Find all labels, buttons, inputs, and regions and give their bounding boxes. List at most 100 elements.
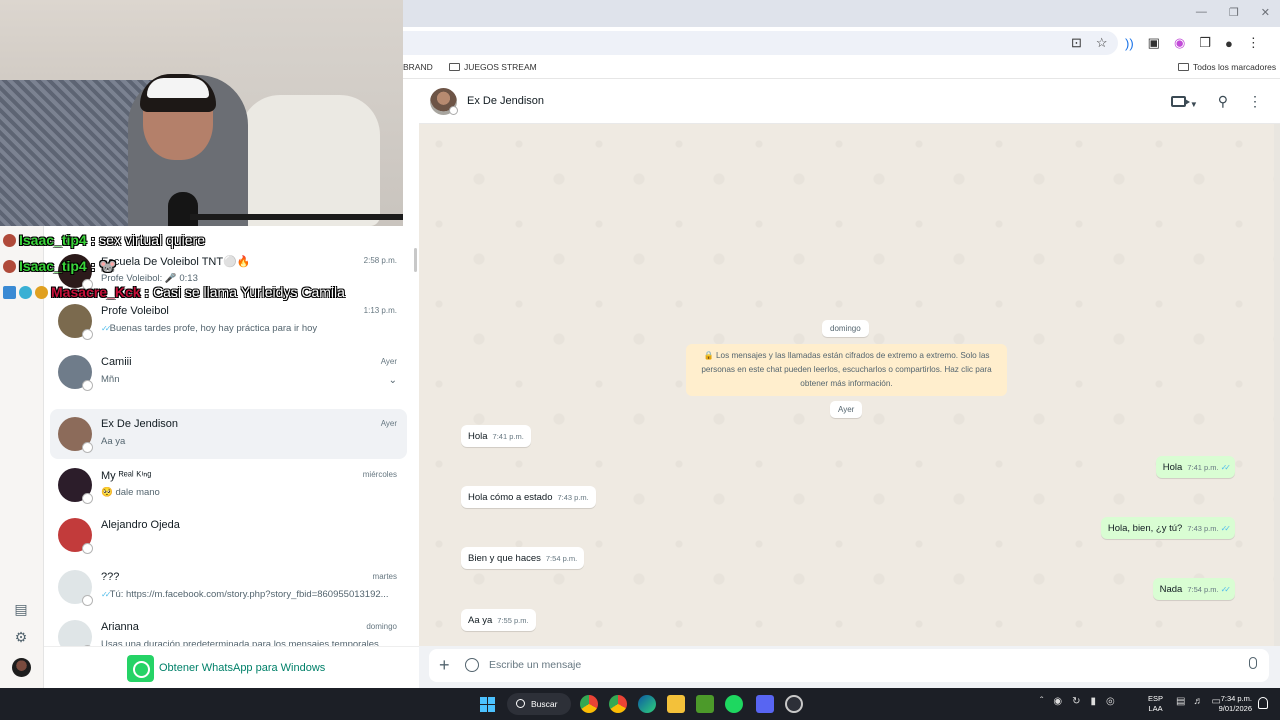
- media-icon[interactable]: ▤: [13, 601, 29, 617]
- chat-message-text: Aa ya: [101, 436, 126, 447]
- encryption-notice[interactable]: 🔒 Los mensajes y las llamadas están cifr…: [686, 344, 1007, 396]
- chat-last-message: Usas una duración predeterminada para lo…: [101, 639, 396, 646]
- search-icon[interactable]: ⚲: [1218, 93, 1228, 110]
- overlay-chat-message: 🐭: [99, 258, 117, 274]
- conversation-header[interactable]: Ex De Jendison ▼ ⚲ ⋮: [419, 80, 1280, 124]
- chat-list-item[interactable]: Profe Voleibol 1:13 p.m. ✓✓ Buenas tardes …: [50, 296, 407, 346]
- read-ticks-icon: ✓✓: [1220, 463, 1232, 472]
- chat-last-message: 🥺 dale mano: [101, 487, 396, 498]
- avatar[interactable]: [58, 620, 92, 646]
- restore-icon[interactable]: ❐: [1229, 6, 1239, 19]
- chrome-profile-icon[interactable]: [609, 695, 627, 713]
- extension-box-icon[interactable]: ▣: [1148, 35, 1160, 51]
- chevron-down-icon[interactable]: ⌄: [389, 375, 397, 386]
- chat-list-item[interactable]: Camiii Ayer Mñn ⌄: [50, 347, 407, 397]
- plus-icon[interactable]: +: [439, 656, 450, 674]
- chevron-up-icon[interactable]: ˆ: [1040, 696, 1043, 707]
- folder-icon: [449, 63, 460, 71]
- discord-icon[interactable]: [756, 695, 774, 713]
- notification-bell-icon[interactable]: [1258, 697, 1268, 709]
- microphone-icon[interactable]: [1249, 657, 1257, 669]
- minimize-icon[interactable]: —: [1196, 6, 1207, 19]
- sync-icon[interactable]: ↻: [1072, 696, 1080, 707]
- compose-box: +: [429, 649, 1269, 682]
- profile-avatar-icon[interactable]: ●: [1225, 36, 1233, 51]
- bookmarks-bar: BRAND JUEGOS STREAM Todos los marcadores: [403, 57, 1280, 79]
- language-indicator[interactable]: ESP LAA: [1148, 694, 1163, 714]
- network-icon[interactable]: ▤: [1176, 696, 1185, 707]
- star-icon[interactable]: ☆: [1096, 35, 1108, 51]
- overlay-chat-user: Masacre_Kck: [51, 284, 141, 300]
- status-ring-icon: [82, 442, 93, 453]
- badge-icon: [3, 234, 16, 247]
- windows-start-icon[interactable]: [480, 697, 495, 712]
- get-whatsapp-label: Obtener WhatsApp para Windows: [159, 662, 326, 674]
- chat-time: domingo: [366, 622, 397, 631]
- incoming-message[interactable]: Bien y que haces 7:54 p.m.: [461, 547, 585, 569]
- read-ticks-icon: ✓✓: [101, 590, 111, 599]
- message-time: 7:41 p.m.: [492, 432, 524, 441]
- chat-name: Profe Voleibol: [101, 305, 169, 317]
- conversation-area: domingo 🔒 Los mensajes y las llamadas es…: [419, 124, 1280, 646]
- close-icon[interactable]: ✕: [1261, 6, 1270, 19]
- menu-dots-icon[interactable]: ⋮: [1247, 35, 1260, 51]
- video-call-button[interactable]: ▼: [1170, 94, 1198, 110]
- profile-avatar[interactable]: [12, 658, 31, 677]
- chat-message-text: Tú: https://m.facebook.com/story.php?sto…: [109, 589, 389, 600]
- incoming-message[interactable]: Hola cómo a estado 7:43 p.m.: [461, 486, 596, 508]
- clock[interactable]: 7:34 p.m. 9/01/2026: [1210, 694, 1252, 714]
- edge-icon[interactable]: [638, 695, 656, 713]
- message-text: Hola, bien, ¿y tú?: [1107, 523, 1183, 534]
- bookmark-all[interactable]: Todos los marcadores: [1178, 62, 1276, 72]
- volume-icon[interactable]: ♬: [1193, 696, 1203, 707]
- file-explorer-icon[interactable]: [667, 695, 685, 713]
- minecraft-icon[interactable]: [696, 695, 714, 713]
- menu-dots-icon[interactable]: ⋮: [1248, 93, 1262, 110]
- conversation-scrollbar[interactable]: [1274, 124, 1280, 646]
- puzzle-icon[interactable]: ❒: [1199, 35, 1211, 51]
- address-bar[interactable]: [403, 31, 1118, 55]
- tray-app-icon[interactable]: ◉: [1053, 696, 1062, 707]
- chat-name: Camiii: [101, 356, 132, 368]
- badge-icon: [3, 260, 16, 273]
- microphone-icon[interactable]: ◎: [1106, 696, 1115, 707]
- outgoing-message[interactable]: Nada 7:54 p.m. ✓✓: [1152, 578, 1235, 600]
- sticker-icon[interactable]: [465, 658, 479, 672]
- chat-list-item[interactable]: My ᴿᵉᵃˡ ᴷⁱⁿᵍ miércoles 🥺 dale mano: [50, 460, 407, 510]
- contact-name[interactable]: Ex De Jendison: [467, 95, 544, 107]
- outgoing-message[interactable]: Hola 7:41 p.m. ✓✓: [1155, 456, 1235, 478]
- webcam-chair: [240, 95, 380, 226]
- message-input[interactable]: [489, 656, 1189, 674]
- chat-time: 1:13 p.m.: [363, 306, 397, 315]
- chrome-icon[interactable]: [580, 695, 598, 713]
- extension-pink-icon[interactable]: ◉: [1174, 35, 1185, 51]
- overlay-chat-line: Isaac_tip4 : 🐭: [3, 258, 117, 275]
- install-app-icon[interactable]: ⊡: [1071, 35, 1082, 51]
- settings-gear-icon[interactable]: ⚙: [13, 629, 29, 645]
- bookmark-brand[interactable]: BRAND: [403, 62, 433, 72]
- incoming-message[interactable]: Aa ya 7:55 p.m.: [461, 609, 536, 631]
- get-whatsapp-banner[interactable]: Obtener WhatsApp para Windows: [44, 646, 419, 688]
- clock-date: 9/01/2026: [1218, 704, 1252, 713]
- overlay-chat-message: Casi se llama Yurleidys Camila: [152, 284, 345, 300]
- spotify-icon[interactable]: [725, 695, 743, 713]
- message-text: Hola: [1162, 462, 1183, 473]
- message-time: 7:54 p.m.: [545, 554, 578, 563]
- app-icon[interactable]: [785, 695, 803, 713]
- message-time: 7:41 p.m.: [1187, 463, 1219, 472]
- status-ring-icon: [449, 106, 458, 115]
- battery-icon[interactable]: ▮: [1090, 696, 1096, 707]
- chat-list-item[interactable]: ??? martes ✓✓ Tú: https://m.facebook.com/s…: [50, 562, 407, 612]
- chat-list-item[interactable]: Ex De Jendison Ayer Aa ya: [50, 409, 407, 459]
- extension-wave-icon[interactable]: )): [1125, 36, 1134, 51]
- taskbar-search[interactable]: Buscar: [507, 693, 571, 715]
- incoming-message[interactable]: Hola 7:41 p.m.: [461, 425, 531, 447]
- chat-list-item[interactable]: Arianna domingo Usas una duración predeter…: [50, 612, 407, 646]
- chat-time: miércoles: [362, 470, 397, 479]
- outgoing-message[interactable]: Hola, bien, ¿y tú? 7:43 p.m. ✓✓: [1100, 517, 1235, 539]
- bookmark-juegos-stream[interactable]: JUEGOS STREAM: [449, 62, 537, 72]
- chat-last-message: ✓✓ Buenas tardes profe, hoy hay práctica…: [101, 323, 396, 334]
- chat-name: Ex De Jendison: [101, 418, 179, 430]
- chat-list-scrollbar[interactable]: [414, 248, 417, 272]
- chat-list-item[interactable]: Alejandro Ojeda: [50, 510, 407, 560]
